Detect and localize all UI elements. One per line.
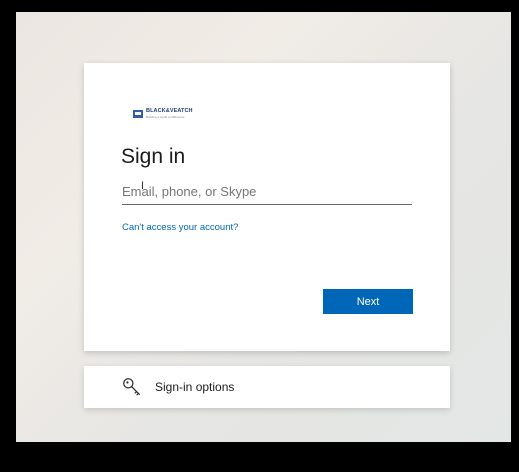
signin-options-label: Sign-in options bbox=[155, 380, 235, 394]
logo-name: BLACK&VEATCH bbox=[146, 108, 193, 114]
logo-tagline: Building a world of difference bbox=[146, 114, 185, 119]
signin-card: BLACK&VEATCH Building a world of differe… bbox=[84, 63, 450, 351]
logo-mark-icon bbox=[133, 109, 143, 118]
email-field[interactable] bbox=[122, 181, 412, 205]
cant-access-account-link[interactable]: Can't access your account? bbox=[122, 222, 238, 233]
key-icon bbox=[123, 378, 140, 396]
page-title: Sign in bbox=[121, 145, 186, 168]
company-logo: BLACK&VEATCH Building a world of differe… bbox=[133, 108, 193, 119]
signin-options-button[interactable]: Sign-in options bbox=[84, 366, 450, 408]
text-cursor-icon: I bbox=[141, 180, 145, 192]
next-button[interactable]: Next bbox=[323, 289, 413, 314]
